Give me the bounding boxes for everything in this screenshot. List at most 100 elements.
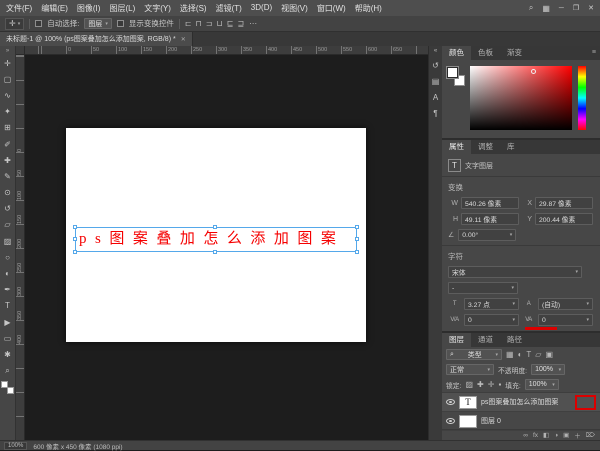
rotation-field[interactable]: 0.00° ▾ <box>458 229 517 241</box>
menu-filter[interactable]: 滤镜(T) <box>216 3 242 14</box>
lock-transparency-icon[interactable]: ▨ <box>465 380 473 389</box>
transform-handle[interactable] <box>73 236 77 241</box>
blur-tool[interactable]: ○ <box>0 249 16 265</box>
vertical-ruler[interactable]: 0 50 100 150 200 250 300 350 400 <box>16 55 25 440</box>
layer-filter-dropdown[interactable]: ⌕ 类型 ▾ <box>446 349 502 360</box>
align-bottom-icon[interactable]: ⊒ <box>237 19 244 28</box>
lock-all-icon[interactable]: ▪ <box>498 380 501 389</box>
transform-handle[interactable] <box>355 236 359 241</box>
collapse-toolbar-icon[interactable]: » <box>6 47 9 55</box>
adjustment-layer-icon[interactable]: ◑ <box>554 432 558 439</box>
quick-selection-tool[interactable]: ✦ <box>0 104 16 120</box>
menu-select[interactable]: 选择(S) <box>180 3 207 14</box>
expand-panels-icon[interactable]: « <box>434 48 437 54</box>
show-transform-checkbox[interactable] <box>116 20 124 27</box>
tab-gradients[interactable]: 渐变 <box>500 46 529 60</box>
ruler-origin[interactable] <box>16 46 25 55</box>
crop-tool[interactable]: ⊞ <box>0 120 16 136</box>
menu-edit[interactable]: 编辑(E) <box>41 3 68 14</box>
text-layer-bounding-box[interactable]: ps图案叠加怎么添加图案 <box>73 225 359 254</box>
filter-pixel-layers-icon[interactable]: ▦ <box>506 350 514 359</box>
layer-thumbnail[interactable]: T <box>459 395 477 409</box>
foreground-background-swatches[interactable] <box>1 380 14 394</box>
fill-dropdown[interactable]: 100% ▾ <box>524 379 559 390</box>
lock-pixels-icon[interactable]: ✚ <box>477 380 484 389</box>
font-size-field[interactable]: 3.27 点 ▾ <box>464 298 519 310</box>
zoom-level-field[interactable]: 100% <box>4 441 28 450</box>
healing-brush-tool[interactable]: ✚ <box>0 152 16 168</box>
background-color-swatch[interactable] <box>7 386 14 394</box>
document-tab[interactable]: 未标题-1 @ 100% (ps图案叠加怎么添加图案, RGB/8) * ✕ <box>0 32 193 46</box>
document-canvas[interactable]: ps图案叠加怎么添加图案 <box>66 128 366 342</box>
dodge-tool[interactable]: ◐ <box>0 265 16 281</box>
clone-stamp-tool[interactable]: ⊙ <box>0 185 16 201</box>
auto-select-target-dropdown[interactable]: 图层 ▾ <box>84 18 112 29</box>
foreground-color-swatch[interactable] <box>447 67 458 78</box>
minimize-button[interactable]: ─ <box>559 5 564 12</box>
filter-adjustment-layers-icon[interactable]: ◐ <box>518 350 523 359</box>
visibility-eye-icon[interactable] <box>446 418 455 424</box>
menu-type[interactable]: 文字(Y) <box>144 3 171 14</box>
close-button[interactable]: ✕ <box>588 4 594 12</box>
tab-properties[interactable]: 属性 <box>442 140 471 154</box>
move-tool[interactable]: ✛ <box>0 55 16 71</box>
layer-effects-icon[interactable]: fx <box>533 432 538 439</box>
workspace-switcher-icon[interactable]: ▦ <box>542 4 550 13</box>
lasso-tool[interactable]: ∿ <box>0 87 16 103</box>
filter-smart-objects-icon[interactable]: ▣ <box>545 350 553 359</box>
transform-handle[interactable] <box>73 250 77 254</box>
color-picker-cursor[interactable] <box>531 68 537 74</box>
align-top-icon[interactable]: ⊔ <box>216 19 222 28</box>
tab-libraries[interactable]: 库 <box>500 140 522 154</box>
opacity-dropdown[interactable]: 100% ▾ <box>531 364 566 375</box>
filter-type-layers-icon[interactable]: T <box>526 350 531 359</box>
close-tab-icon[interactable]: ✕ <box>181 36 186 43</box>
foreground-color-swatch[interactable] <box>1 380 8 388</box>
width-field[interactable]: 540.26 像素 <box>461 197 519 209</box>
eyedropper-tool[interactable]: ✐ <box>0 136 16 152</box>
canvas-workspace[interactable]: 0 50 100 150 200 250 300 350 400 450 500 550 600 650 … <box>16 46 428 440</box>
eraser-tool[interactable]: ▱ <box>0 217 16 233</box>
tab-adjustments[interactable]: 调整 <box>471 140 500 154</box>
menu-view[interactable]: 视图(V) <box>281 3 308 14</box>
brush-tool[interactable]: ✎ <box>0 168 16 184</box>
align-right-icon[interactable]: ⊐ <box>206 19 213 28</box>
menu-window[interactable]: 窗口(W) <box>317 3 346 14</box>
shape-tool[interactable]: ▭ <box>0 330 16 346</box>
character-panel-icon[interactable]: A <box>433 93 438 102</box>
link-layers-icon[interactable]: ∞ <box>523 432 528 439</box>
kerning-field[interactable]: 0 ▾ <box>464 314 519 326</box>
hand-tool[interactable]: ✱ <box>0 346 16 362</box>
tab-paths[interactable]: 路径 <box>500 333 529 347</box>
x-field[interactable]: 29.87 像素 <box>535 197 593 209</box>
tracking-field[interactable]: 0 ▾ <box>525 314 593 330</box>
layer-name[interactable]: 图层 0 <box>481 416 596 426</box>
delete-layer-icon[interactable]: ⌦ <box>586 431 595 439</box>
canvas-text[interactable]: ps图案叠加怎么添加图案 <box>79 229 344 250</box>
menu-help[interactable]: 帮助(H) <box>355 3 382 14</box>
swatches-icon[interactable]: ▤ <box>432 77 440 86</box>
gradient-tool[interactable]: ▨ <box>0 233 16 249</box>
layer-group-icon[interactable]: ▣ <box>563 431 569 439</box>
visibility-eye-icon[interactable] <box>446 399 455 405</box>
transform-handle[interactable] <box>213 250 217 254</box>
type-tool[interactable]: T <box>0 298 16 314</box>
saturation-brightness-picker[interactable] <box>470 66 572 130</box>
tab-swatches[interactable]: 色板 <box>471 46 500 60</box>
blend-mode-dropdown[interactable]: 正常 ▾ <box>446 364 494 375</box>
height-field[interactable]: 49.11 像素 <box>461 213 519 225</box>
panel-menu-icon[interactable]: ≡ <box>592 46 600 60</box>
align-middle-icon[interactable]: ⊑ <box>227 19 234 28</box>
more-options-icon[interactable]: ⋯ <box>249 19 257 28</box>
leading-field[interactable]: (自动) ▾ <box>538 298 593 310</box>
menu-image[interactable]: 图像(I) <box>77 3 101 14</box>
hue-slider[interactable] <box>578 66 586 130</box>
menu-layer[interactable]: 图层(L) <box>109 3 135 14</box>
paragraph-panel-icon[interactable]: ¶ <box>433 109 437 118</box>
auto-select-checkbox[interactable] <box>35 20 43 27</box>
zoom-tool[interactable]: ⌕ <box>0 363 16 379</box>
tab-channels[interactable]: 通道 <box>471 333 500 347</box>
font-style-dropdown[interactable]: - ▾ <box>448 282 518 294</box>
align-center-h-icon[interactable]: ⊓ <box>196 19 202 28</box>
history-brush-tool[interactable]: ↺ <box>0 201 16 217</box>
